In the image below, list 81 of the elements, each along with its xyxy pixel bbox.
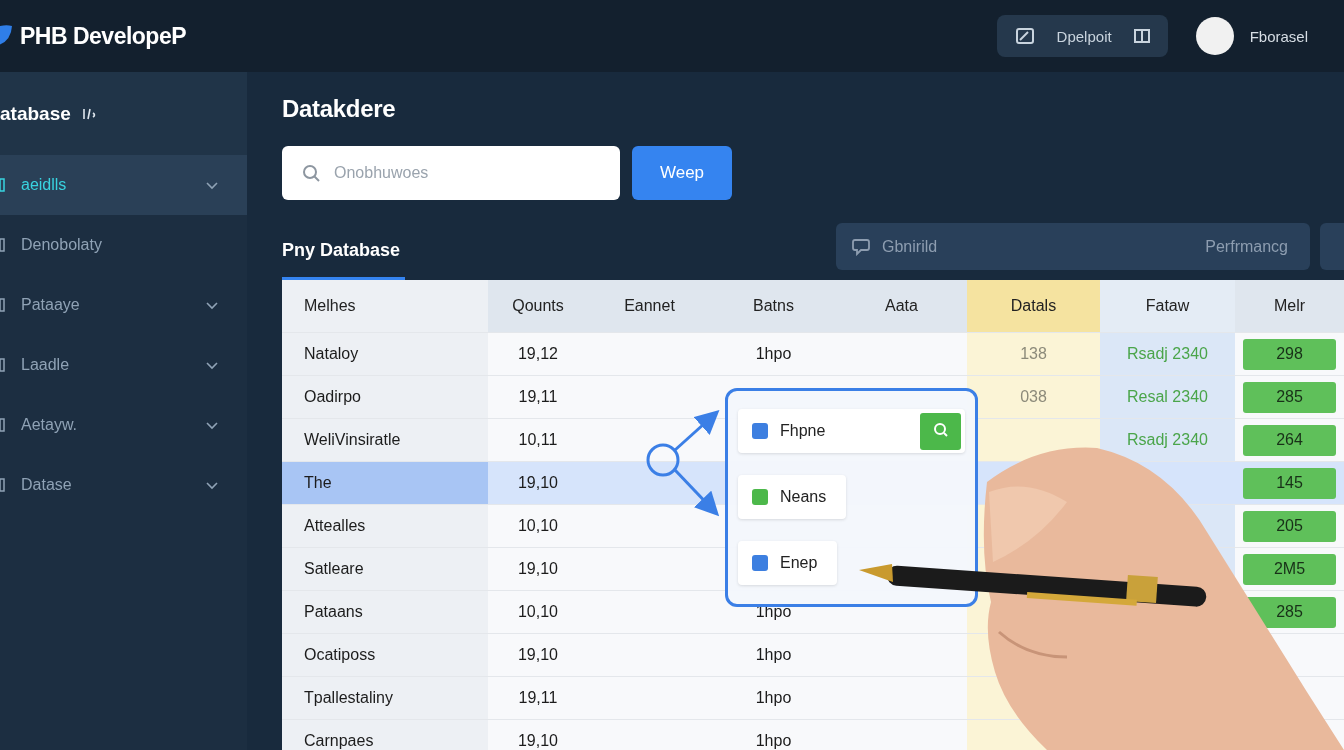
table-cell: Rsadj 2340 [1100,419,1235,462]
search-field[interactable]: Onobhuwoes [282,146,620,200]
item-icon [0,418,5,432]
filter-value: Perfrmancg [1205,237,1288,256]
user-name: Fborasel [1249,27,1308,45]
page-heading: Datakdere [282,95,396,123]
search-button[interactable] [920,412,961,450]
popup-item[interactable]: Fhpne [738,409,965,453]
table-cell: 19,10 [488,720,588,750]
checkbox[interactable] [752,489,768,505]
item-icon [0,298,5,312]
edit-icon [1014,27,1035,45]
search-button[interactable]: Weep [632,146,732,200]
item-icon [0,238,5,252]
sidebar-item[interactable]: Pataaye [0,275,247,335]
table-cell: 1hpo [711,720,836,750]
value-badge: 298 [1243,338,1336,370]
table-row-header[interactable]: WeliVinsiratle [282,419,488,462]
table-row-header[interactable]: Oadirpo [282,376,488,419]
panel-icon [1133,28,1150,44]
table-cell: 19,10 [488,462,588,505]
popup-item-label: Fhpne [780,422,826,440]
column-header[interactable]: Batns [711,280,836,333]
search-icon [933,422,948,437]
value-badge: 264 [1243,424,1336,456]
chat-icon [852,237,870,256]
deploy-button[interactable]: Dpelpoit [996,15,1168,57]
table-row-header[interactable]: Attealles [282,505,488,548]
popup-item-label: Neans [780,488,827,506]
table-cell: 10,10 [488,591,588,634]
table-row-header[interactable]: Pataans [282,591,488,634]
item-icon [0,358,5,372]
table-cell: 19,11 [488,677,588,720]
table-cell: 138 [967,333,1100,376]
column-header[interactable]: Aata [836,280,967,333]
value-badge: 285 [1243,381,1336,413]
avatar[interactable] [1195,17,1234,55]
popup-item[interactable]: Neans [738,475,847,519]
table-row-header[interactable]: Ocatiposs [282,634,488,677]
sidebar-item[interactable]: Datase [0,455,247,515]
table-cell: Resal 2340 [1100,376,1235,419]
table-cell: 1hpo [711,634,836,677]
table-cell: 19,12 [488,333,588,376]
filter-bar[interactable]: Gbnirild Perfrmancg [836,223,1310,270]
table-row-header[interactable]: Nataloy [282,333,488,376]
item-icon [0,178,5,192]
table-cell: 038 [967,376,1100,419]
column-header[interactable]: Melr [1235,280,1344,333]
column-header[interactable]: Eannet [588,280,711,333]
value-badge: 2M5 [1243,553,1336,585]
sidebar-item[interactable]: aeidlls [0,155,247,215]
value-badge: 145 [1243,467,1336,499]
table-row-header[interactable]: The [282,462,488,505]
column-header[interactable]: Datals [967,280,1100,333]
checkbox[interactable] [752,423,768,439]
table-cell: 1hpo [711,677,836,720]
value-badge: 205 [1243,510,1336,542]
item-icon [0,478,5,492]
column-header[interactable]: Fataw [1100,280,1235,333]
table-cell: 10,10 [488,505,588,548]
brand-title: PHB DevelopeP [20,22,187,50]
table-cell: Rsadj 2340 [1100,333,1235,376]
column-header[interactable]: Melhes [282,280,488,333]
table-row-header[interactable]: Tpallestaliny [282,677,488,720]
sidebar-item[interactable]: Laadle [0,335,247,395]
table-row-header[interactable]: Satleare [282,548,488,591]
table-row-header[interactable]: Carnpaes [282,720,488,750]
table-cell: 10,11 [488,419,588,462]
table-cell: 19,10 [488,634,588,677]
sidebar-title: atabase [0,102,71,125]
sidebar-item[interactable]: Aetayw. [0,395,247,455]
search-icon [302,164,320,182]
checkbox[interactable] [752,555,768,571]
filter-label: Gbnirild [882,237,938,256]
column-header[interactable]: Qounts [488,280,588,333]
table-cell: 19,10 [488,548,588,591]
popup-item-label: Enep [780,554,818,572]
popup-item[interactable]: Enep [738,541,838,585]
table-cell: 1hpo [711,333,836,376]
table-cell: 19,11 [488,376,588,419]
sidebar-item[interactable]: Denobolaty [0,215,247,275]
